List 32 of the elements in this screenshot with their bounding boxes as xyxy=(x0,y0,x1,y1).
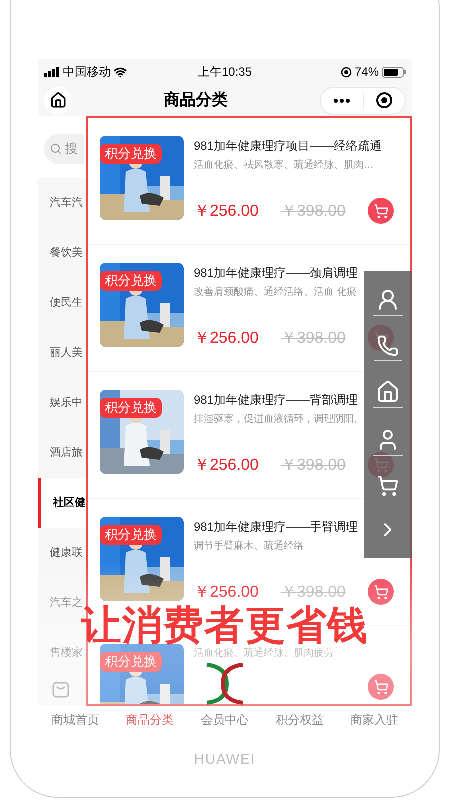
points-badge: 积分兑换 xyxy=(100,144,162,164)
tab-bar-item[interactable]: 会员中心 xyxy=(188,705,262,731)
product-description: 活血化瘀、疏通经脉、肌肉疲劳 xyxy=(194,646,335,661)
price: ￥256.00 xyxy=(194,202,259,222)
product-title: 981加年健康理疗——手臂调理 xyxy=(194,519,360,536)
original-price: ￥398.00 xyxy=(280,202,346,222)
product-title: 981加年健康理疗——颈肩调理 xyxy=(194,265,360,282)
points-badge: 积分兑换 xyxy=(100,271,162,292)
phone-brand: HUAWEI xyxy=(194,750,256,769)
carrier-name: 中国移动 xyxy=(63,64,111,81)
price: ￥256.00 xyxy=(194,583,259,603)
product-description: 活血化瘀、祛风散寒、疏通经脉、肌肉… xyxy=(194,158,375,173)
points-badge: 积分兑换 xyxy=(100,652,162,672)
points-badge: 积分兑换 xyxy=(100,525,162,546)
tab-bar-item[interactable]: 积分权益 xyxy=(262,705,338,731)
tab-bar-item[interactable]: 商家入驻 xyxy=(337,705,412,731)
original-price: ￥398.00 xyxy=(280,329,346,349)
battery-percentage: 74% xyxy=(354,64,380,81)
product-title: 981加年健康理疗——背部调理 xyxy=(194,392,360,409)
product-description: 调节手臂麻木、疏通经络 xyxy=(194,540,305,554)
clock: 上午10:35 xyxy=(196,64,254,81)
category-item[interactable]: 社区健 xyxy=(38,478,86,528)
product-description: 排湿驱寒，促进血液循环，调理阴阳, xyxy=(194,412,358,427)
price: ￥256.00 xyxy=(194,456,259,476)
original-price: ￥398.00 xyxy=(280,456,346,476)
product-description: 改善肩颈酸痛、通经活络、活血 化瘀 xyxy=(194,286,358,300)
points-badge: 积分兑换 xyxy=(100,398,162,418)
product-title: 981加年健康理疗项目——经络疏通 xyxy=(194,138,384,155)
page-title: 商品分类 xyxy=(163,90,229,110)
price: ￥256.00 xyxy=(194,329,259,349)
original-price: ￥398.00 xyxy=(280,583,346,603)
tab-bar-item[interactable]: 商城首页 xyxy=(38,705,113,731)
